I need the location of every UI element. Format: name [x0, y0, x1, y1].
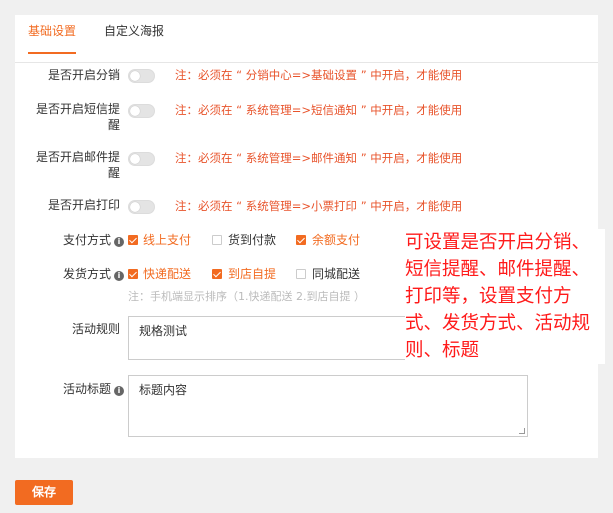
- delivery-label: 发货方式 i: [63, 266, 124, 282]
- setting-label: 是否开启分销: [47, 68, 120, 82]
- title-label: 活动标题 i: [63, 381, 124, 397]
- rules-value: 规格测试: [139, 324, 188, 338]
- resize-handle[interactable]: [519, 428, 525, 434]
- checkbox-cod[interactable]: [212, 235, 222, 245]
- setting-note: 注：必须在 “ 系统管理=>小票打印 ” 中开启，才能使用: [175, 199, 463, 213]
- setting-row-distribution: 是否开启分销 注：必须在 “ 分销中心=>基础设置 ” 中开启，才能使用: [15, 66, 598, 86]
- setting-note: 注：必须在 “ 系统管理=>邮件通知 ” 中开启，才能使用: [175, 151, 463, 165]
- info-icon[interactable]: i: [114, 386, 124, 396]
- title-value: 标题内容: [139, 383, 188, 397]
- setting-row-sms: 是否开启短信提醒 注：必须在 “ 系统管理=>短信通知 ” 中开启，才能使用: [15, 100, 598, 134]
- print-toggle[interactable]: [128, 200, 155, 214]
- setting-label: 是否开启短信提醒: [35, 102, 120, 132]
- delivery-label-text: 发货方式: [62, 267, 111, 281]
- setting-label: 是否开启邮件提醒: [35, 150, 120, 180]
- info-icon[interactable]: i: [114, 237, 124, 247]
- tab-custom-poster[interactable]: 自定义海报: [104, 24, 164, 54]
- option-online-pay[interactable]: 线上支付: [143, 233, 191, 247]
- title-label-text: 活动标题: [62, 382, 111, 396]
- email-toggle[interactable]: [128, 152, 155, 166]
- option-balance-pay[interactable]: 余额支付: [312, 233, 360, 247]
- option-pickup[interactable]: 到店自提: [228, 267, 276, 281]
- setting-label: 是否开启打印: [47, 198, 120, 212]
- annotation-text: 可设置是否开启分销、短信提醒、邮件提醒、打印等，设置支付方式、发货方式、活动规则…: [405, 229, 605, 364]
- option-express[interactable]: 快递配送: [143, 267, 191, 281]
- save-button[interactable]: 保存: [15, 480, 73, 505]
- delivery-hint: 注：手机端显示排序（1.快递配送 2.到店自提 ）: [128, 290, 365, 303]
- checkbox-balance-pay[interactable]: [296, 235, 306, 245]
- payment-label: 支付方式 i: [63, 232, 124, 248]
- checkbox-pickup[interactable]: [212, 269, 222, 279]
- title-textarea[interactable]: 标题内容: [128, 375, 528, 437]
- setting-note: 注：必须在 “ 分销中心=>基础设置 ” 中开启，才能使用: [175, 68, 463, 82]
- sms-toggle[interactable]: [128, 104, 155, 118]
- info-icon[interactable]: i: [114, 271, 124, 281]
- tab-bar: 基础设置 自定义海报: [15, 15, 598, 63]
- checkbox-express[interactable]: [128, 269, 138, 279]
- setting-row-email: 是否开启邮件提醒 注：必须在 “ 系统管理=>邮件通知 ” 中开启，才能使用: [15, 148, 598, 182]
- option-local-delivery[interactable]: 同城配送: [312, 267, 360, 281]
- setting-note: 注：必须在 “ 系统管理=>短信通知 ” 中开启，才能使用: [175, 103, 463, 117]
- checkbox-online-pay[interactable]: [128, 235, 138, 245]
- tab-basic-settings[interactable]: 基础设置: [28, 24, 77, 54]
- distribution-toggle[interactable]: [128, 69, 155, 83]
- option-cod[interactable]: 货到付款: [228, 233, 276, 247]
- setting-row-print: 是否开启打印 注：必须在 “ 系统管理=>小票打印 ” 中开启，才能使用: [15, 196, 598, 216]
- rules-label: 活动规则: [71, 322, 120, 336]
- checkbox-local-delivery[interactable]: [296, 269, 306, 279]
- payment-label-text: 支付方式: [62, 233, 111, 247]
